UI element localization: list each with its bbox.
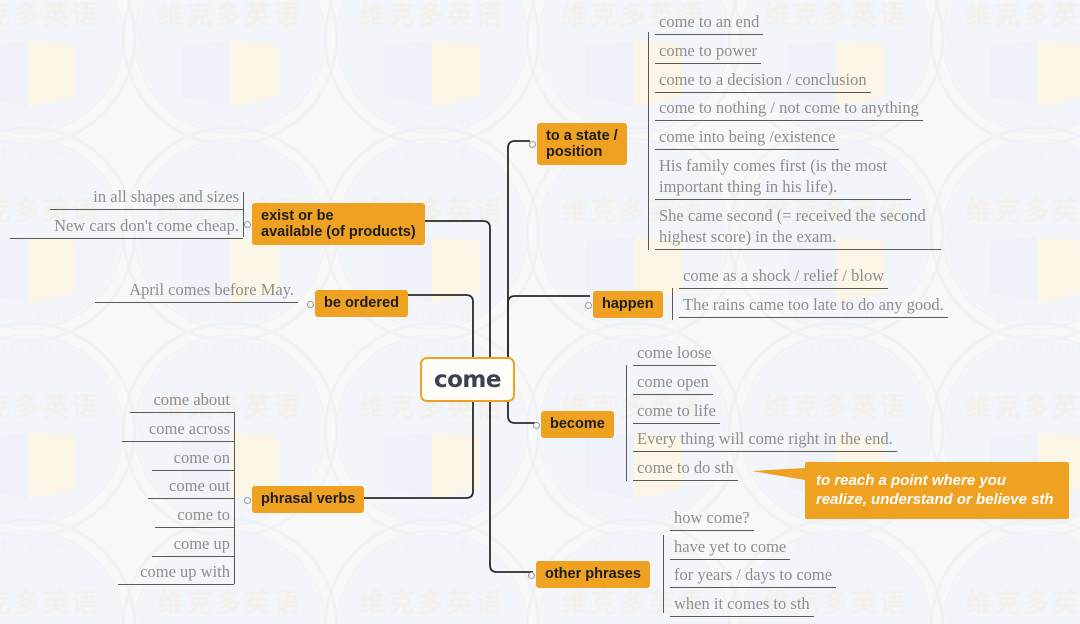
leaf-item[interactable]: for years / days to come <box>670 564 837 588</box>
leaf-spine <box>672 288 674 320</box>
connector-dot-icon <box>529 141 536 148</box>
branch-label-other-phrases: other phrases <box>545 566 641 582</box>
leaf-spine <box>648 32 650 148</box>
callout-definition-box[interactable]: to reach a point where you realize, unde… <box>752 462 1069 519</box>
leaf-spine <box>626 423 628 481</box>
leaf-spine <box>234 412 236 498</box>
branch-label-become: become <box>550 416 605 432</box>
callout-tail-icon <box>752 468 805 480</box>
branch-label-be-ordered: be ordered <box>324 295 399 311</box>
leaf-item[interactable]: come to life <box>633 400 720 424</box>
central-node-come[interactable]: come <box>420 357 515 402</box>
callout-text: to reach a point where you realize, unde… <box>816 472 1054 508</box>
branch-label-happen: happen <box>602 296 654 312</box>
leaf-spine <box>648 148 650 250</box>
leaf-item[interactable]: come into being /existence <box>655 126 840 150</box>
leaf-item[interactable]: April comes before May. <box>95 279 298 303</box>
leaf-item[interactable]: New cars don't come cheap. <box>10 215 243 239</box>
branch-node-to-a-state-position[interactable]: to a state / position <box>529 123 627 165</box>
leaf-spine <box>243 192 245 237</box>
leaf-item[interactable]: The rains came too late to do any good. <box>679 294 948 318</box>
leaf-item[interactable]: come to a decision / conclusion <box>655 69 871 93</box>
leaf-spine <box>663 573 665 613</box>
leaf-spine <box>234 498 236 584</box>
leaf-item[interactable]: come loose <box>633 342 716 366</box>
leaf-spine <box>663 535 665 573</box>
leaf-item[interactable]: come to <box>155 504 234 528</box>
mindmap-canvas: come to a state / position come to an end… <box>0 0 1080 624</box>
central-node-label: come <box>434 366 502 393</box>
branch-label-exist-or-be-available: exist or be available (of products) <box>261 208 416 240</box>
connector-dot-icon <box>585 301 592 309</box>
leaf-spine <box>626 365 628 423</box>
branch-node-other-phrases[interactable]: other phrases <box>528 561 650 588</box>
branch-node-become[interactable]: become <box>533 411 614 438</box>
branch-node-exist-or-be-available[interactable]: exist or be available (of products) <box>244 203 425 245</box>
leaf-item[interactable]: Every thing will come right in the end. <box>633 428 897 452</box>
leaf-item[interactable]: come across <box>122 418 234 442</box>
leaf-item[interactable]: come open <box>633 371 713 395</box>
leaf-item[interactable]: how come? <box>670 507 754 531</box>
leaf-item[interactable]: come to power <box>655 40 762 64</box>
connector-dot-icon <box>244 221 251 228</box>
leaf-item[interactable]: come on <box>152 447 234 471</box>
leaf-item[interactable]: come to an end <box>655 11 764 35</box>
leaf-item[interactable]: come up with <box>118 561 234 585</box>
connector-dot-icon <box>528 571 535 579</box>
leaf-item[interactable]: in all shapes and sizes <box>50 186 243 210</box>
leaf-item[interactable]: She came second (= received the second h… <box>655 205 941 250</box>
branch-node-phrasal-verbs[interactable]: phrasal verbs <box>244 486 365 513</box>
leaf-item[interactable]: have yet to come <box>670 536 791 560</box>
branch-node-be-ordered[interactable]: be ordered <box>307 290 408 317</box>
connector-dot-icon <box>307 300 314 308</box>
branch-node-happen[interactable]: happen <box>585 291 663 318</box>
leaf-item[interactable]: come about <box>130 389 234 413</box>
leaf-item[interactable]: come to nothing / not come to anything <box>655 97 923 121</box>
leaf-item[interactable]: come up <box>152 533 234 557</box>
leaf-item[interactable]: come to do sth <box>633 457 738 481</box>
connector-dot-icon <box>244 496 251 504</box>
leaf-item[interactable]: His family comes first (is the most impo… <box>655 155 911 200</box>
leaf-item[interactable]: come out <box>148 475 234 499</box>
leaf-item[interactable]: come as a shock / relief / blow <box>679 265 889 289</box>
leaf-item[interactable]: when it comes to sth <box>670 593 814 617</box>
branch-label-phrasal-verbs: phrasal verbs <box>261 491 356 507</box>
connector-dot-icon <box>533 421 540 429</box>
branch-label-to-a-state-position: to a state / position <box>546 128 618 160</box>
